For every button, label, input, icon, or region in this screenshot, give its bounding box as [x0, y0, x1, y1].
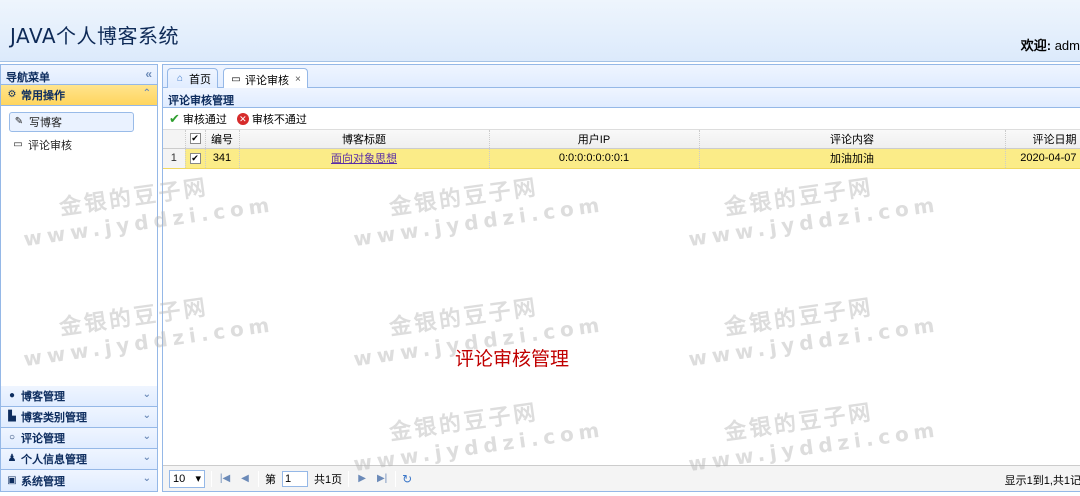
- table-row[interactable]: 1 ✔ 341 面向对象思想 0:0:0:0:0:0:0:1 加油加油 2020…: [163, 148, 1080, 169]
- collapse-left-icon[interactable]: «: [145, 67, 152, 81]
- pagination-bar: 10 ▾ |◀ ◀ 第 共1页 ▶ ▶| ↻ 显示1到1,共1记: [163, 465, 1080, 491]
- accordion-label: 评论管理: [21, 433, 65, 445]
- cell-content: 加油加油: [699, 148, 1006, 169]
- user-icon: ♟: [7, 453, 17, 464]
- main-content: ⌂ 首页 ▭ 评论审核 × 评论审核管理 ✔ 审核通过 ✕ 审核不通过 ✔ 编号…: [162, 64, 1080, 492]
- accordion-label: 博客管理: [21, 391, 65, 403]
- last-page-icon[interactable]: ▶|: [375, 473, 389, 484]
- close-icon[interactable]: ×: [295, 74, 301, 85]
- first-page-icon[interactable]: |◀: [218, 473, 232, 484]
- cross-icon: ✕: [236, 112, 249, 125]
- column-header[interactable]: 编号: [205, 130, 240, 149]
- nav-panel-title: 导航菜单: [6, 72, 50, 84]
- divider: [348, 470, 350, 487]
- overlay-caption: 评论审核管理: [455, 348, 570, 370]
- row-number-header: [163, 130, 186, 149]
- column-header[interactable]: 评论内容: [699, 130, 1006, 149]
- cell-date: 2020-04-07: [1005, 148, 1080, 169]
- chevron-down-icon[interactable]: ⌄: [143, 473, 151, 484]
- accordion-common-label: 常用操作: [21, 90, 65, 102]
- page-total: 共1页: [314, 473, 343, 486]
- prev-page-icon[interactable]: ◀: [238, 473, 252, 484]
- row-number: 1: [163, 148, 186, 169]
- comment-review-panel: 评论审核管理 ✔ 审核通过 ✕ 审核不通过 ✔ 编号 博客标题 用户IP 评论内…: [162, 88, 1080, 492]
- page-label: 第: [265, 473, 276, 486]
- select-all-checkbox[interactable]: ✔: [185, 130, 206, 149]
- pencil-icon: ✎: [14, 116, 24, 127]
- column-header[interactable]: 评论日期: [1005, 130, 1080, 149]
- comment-icon: ▭: [231, 73, 241, 85]
- tab-comment-review[interactable]: ▭ 评论审核 ×: [223, 68, 308, 90]
- tab-bar: ⌂ 首页 ▭ 评论审核 ×: [162, 64, 1080, 90]
- approve-label: 审核通过: [182, 113, 227, 126]
- category-icon: ▙: [8, 411, 16, 422]
- blog-icon: ●: [8, 390, 16, 401]
- tab-home[interactable]: ⌂ 首页: [167, 68, 218, 89]
- reject-button[interactable]: ✕ 审核不通过: [236, 111, 307, 127]
- dropdown-arrow-icon: ▾: [195, 473, 201, 485]
- system-icon: ▣: [7, 474, 17, 486]
- welcome-user: adm: [1054, 38, 1080, 53]
- comment-icon: ○: [8, 432, 16, 443]
- home-icon: ⌂: [176, 73, 184, 84]
- row-checkbox[interactable]: ✔: [185, 148, 206, 169]
- toolbar: ✔ 审核通过 ✕ 审核不通过: [163, 108, 1080, 130]
- refresh-icon[interactable]: ↻: [402, 472, 412, 486]
- nav-item-write-blog[interactable]: ✎ 写博客: [9, 112, 134, 132]
- approve-button[interactable]: ✔ 审核通过: [169, 111, 227, 127]
- check-icon: ✔: [169, 110, 180, 126]
- reject-label: 审核不通过: [251, 113, 307, 126]
- accordion-comment-manage[interactable]: ○ 评论管理 ⌄: [1, 428, 157, 449]
- app-header: JAVA个人博客系统 欢迎: adm: [0, 0, 1080, 62]
- welcome-text: 欢迎: adm: [1021, 35, 1080, 54]
- cell-ip: 0:0:0:0:0:0:0:1: [489, 148, 700, 169]
- accordion-label: 个人信息管理: [21, 454, 87, 466]
- nav-item-comment-review[interactable]: ▭ 评论审核: [9, 135, 149, 155]
- page-size-value: 10: [173, 472, 186, 485]
- chevron-down-icon[interactable]: ⌄: [143, 389, 151, 400]
- divider: [211, 470, 212, 487]
- panel-title: 评论审核管理: [163, 88, 1080, 108]
- page-number-input[interactable]: [282, 470, 308, 487]
- accordion-common[interactable]: ⚙ 常用操作 ⌃: [1, 85, 157, 106]
- accordion-profile-manage[interactable]: ♟ 个人信息管理 ⌄: [1, 449, 157, 470]
- divider: [395, 470, 397, 487]
- cell-blog-title[interactable]: 面向对象思想: [239, 148, 490, 169]
- app-title: JAVA个人博客系统: [10, 24, 180, 48]
- nav-item-label: 评论审核: [28, 140, 72, 152]
- column-header[interactable]: 博客标题: [239, 130, 490, 149]
- divider: [258, 470, 259, 487]
- blog-title-link[interactable]: 面向对象思想: [331, 153, 397, 165]
- table-header-row: ✔ 编号 博客标题 用户IP 评论内容 评论日期: [163, 130, 1080, 149]
- accordion-system-manage[interactable]: ▣ 系统管理 ⌄: [1, 470, 157, 491]
- chevron-down-icon[interactable]: ⌄: [143, 431, 151, 442]
- accordion-sections: ● 博客管理 ⌄ ▙ 博客类别管理 ⌄ ○ 评论管理 ⌄ ♟ 个人信息管理 ⌄ …: [1, 386, 157, 491]
- accordion-common-body: ✎ 写博客 ▭ 评论审核: [1, 106, 157, 378]
- accordion-blog-manage[interactable]: ● 博客管理 ⌄: [1, 386, 157, 407]
- accordion-category-manage[interactable]: ▙ 博客类别管理 ⌄: [1, 407, 157, 428]
- chevron-down-icon[interactable]: ⌄: [143, 452, 151, 463]
- gear-icon: ⚙: [7, 89, 17, 100]
- chevron-up-icon[interactable]: ⌃: [143, 88, 151, 99]
- nav-panel-header: 导航菜单 «: [1, 65, 157, 85]
- next-page-icon[interactable]: ▶: [355, 473, 369, 484]
- comment-table: ✔ 编号 博客标题 用户IP 评论内容 评论日期 1 ✔ 341 面向对象思想 …: [163, 130, 1080, 169]
- chevron-down-icon[interactable]: ⌄: [143, 410, 151, 421]
- cell-id: 341: [205, 148, 240, 169]
- column-header[interactable]: 用户IP: [489, 130, 700, 149]
- accordion-label: 系统管理: [21, 475, 65, 488]
- tab-label: 评论审核: [245, 74, 289, 87]
- nav-panel: 导航菜单 « ⚙ 常用操作 ⌃ ✎ 写博客 ▭ 评论审核 ● 博客管理 ⌄ ▙ …: [0, 64, 158, 492]
- nav-item-label: 写博客: [29, 117, 62, 129]
- comment-icon: ▭: [13, 139, 23, 150]
- page-size-select[interactable]: 10 ▾: [169, 469, 205, 488]
- welcome-label: 欢迎:: [1020, 38, 1052, 53]
- accordion-label: 博客类别管理: [21, 412, 87, 424]
- page-info: 显示1到1,共1记: [1004, 475, 1080, 487]
- tab-label: 首页: [189, 74, 211, 86]
